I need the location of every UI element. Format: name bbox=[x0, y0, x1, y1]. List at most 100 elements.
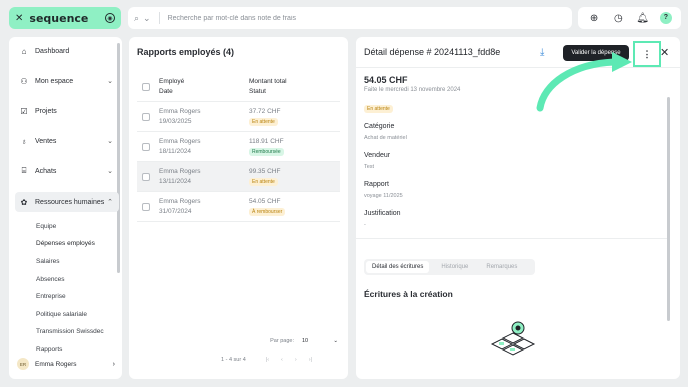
clock-icon[interactable]: ◷ bbox=[611, 13, 625, 24]
field-label-rapport: Rapport bbox=[364, 181, 389, 188]
status-badge: En attente bbox=[249, 177, 278, 186]
table-row[interactable]: Emma Rogers 31/07/2024 54.05 CHF À rembo… bbox=[137, 192, 340, 222]
sidebar-subitem-absences[interactable]: Absences bbox=[36, 276, 65, 283]
user-icon: ⚇ bbox=[20, 76, 28, 86]
table-row[interactable]: Emma Rogers 13/11/2024 99.35 CHF En atte… bbox=[137, 162, 340, 192]
chevron-up-icon: ⌃ bbox=[107, 199, 113, 206]
sidebar-item-label: Achats bbox=[35, 167, 57, 175]
row-checkbox[interactable] bbox=[142, 142, 150, 151]
workspace-icon: ◉ bbox=[105, 13, 115, 23]
sidebar-item-ventes[interactable]: ♁ Ventes ⌄ bbox=[15, 131, 119, 151]
help-icon[interactable]: ? bbox=[659, 12, 672, 24]
sidebar-subitem-politique-salariale[interactable]: Politique salariale bbox=[36, 311, 87, 318]
pagination: 1 - 4 sur 4 |‹ ‹ › ›| bbox=[221, 357, 312, 363]
close-icon[interactable]: ✕ bbox=[660, 46, 669, 59]
status-badge: En attente bbox=[364, 105, 393, 113]
tab-historique[interactable]: Historique bbox=[435, 261, 474, 273]
table-header: Employé Date Montant total Statut bbox=[137, 72, 340, 102]
add-icon[interactable]: ⊕ bbox=[587, 13, 601, 24]
divider bbox=[356, 67, 680, 68]
select-all-checkbox[interactable] bbox=[142, 82, 150, 91]
per-page: Par page: 10 ⌄ bbox=[270, 338, 338, 344]
expense-amount: 54.05 CHF bbox=[364, 75, 408, 85]
last-page-icon[interactable]: ›| bbox=[309, 357, 312, 363]
sidebar-item-projets[interactable]: ☑ Projets bbox=[15, 101, 119, 121]
expense-detail-panel: Détail dépense # 20241113_fdd8e ⤓ Valide… bbox=[356, 37, 680, 379]
row-amount: 37.72 CHF bbox=[249, 107, 281, 115]
field-value-vendeur: Test bbox=[364, 164, 375, 170]
sidebar-subitem-depenses-employes[interactable]: Dépenses employés bbox=[36, 240, 95, 247]
first-page-icon[interactable]: |‹ bbox=[266, 357, 269, 363]
sidebar-item-achats[interactable]: ⌸ Achats ⌄ bbox=[15, 161, 119, 181]
sidebar-item-label: Dashboard bbox=[35, 47, 70, 55]
sidebar-subitem-rapports[interactable]: Rapports bbox=[36, 346, 62, 353]
row-checkbox[interactable] bbox=[142, 172, 150, 181]
row-amount: 118.91 CHF bbox=[249, 137, 284, 145]
chevron-down-icon: ⌄ bbox=[107, 168, 113, 175]
tab-detail-ecritures[interactable]: Détail des écritures bbox=[366, 261, 430, 273]
more-options-icon[interactable]: ⋮ bbox=[633, 41, 661, 67]
search-bar[interactable]: ⌕ ⌄ bbox=[128, 7, 572, 29]
status-badge: En attente bbox=[249, 117, 278, 126]
row-date: 13/11/2024 bbox=[159, 178, 192, 185]
sidebar-item-label: Mon espace bbox=[35, 77, 74, 85]
top-actions: ⊕ ◷ 🔔︎ ? bbox=[578, 7, 681, 29]
checkbox-icon: ☑ bbox=[20, 106, 28, 116]
chevron-down-icon: ⌄ bbox=[333, 338, 338, 344]
sidebar-item-label: Projets bbox=[35, 107, 57, 115]
row-date: 19/03/2025 bbox=[159, 118, 192, 125]
bell-icon[interactable]: 🔔︎ bbox=[636, 13, 650, 24]
logo-mark-icon: ✕ bbox=[15, 12, 24, 24]
search-divider bbox=[158, 12, 160, 24]
row-employee: Emma Rogers bbox=[159, 168, 201, 175]
header-amount[interactable]: Montant total bbox=[249, 78, 287, 85]
row-employee: Emma Rogers bbox=[159, 198, 201, 205]
tab-remarques[interactable]: Remarques bbox=[480, 261, 523, 273]
header-date[interactable]: Date bbox=[159, 88, 249, 95]
sidebar-subitem-entreprise[interactable]: Entreprise bbox=[36, 293, 66, 300]
sidebar: ⌂ Dashboard ⚇ Mon espace ⌄ ☑ Projets ♁ V… bbox=[9, 37, 122, 379]
home-icon: ⌂ bbox=[21, 46, 27, 56]
detail-scrollbar[interactable] bbox=[667, 97, 670, 321]
divider bbox=[356, 238, 668, 239]
next-page-icon[interactable]: › bbox=[295, 357, 297, 363]
people-icon: ✿ bbox=[20, 197, 28, 207]
table-row[interactable]: Emma Rogers 18/11/2024 118.91 CHF Rembou… bbox=[137, 132, 340, 162]
pagination-range: 1 - 4 sur 4 bbox=[221, 357, 246, 363]
table-row[interactable]: Emma Rogers 19/03/2025 37.72 CHF En atte… bbox=[137, 102, 340, 132]
entries-illustration bbox=[490, 321, 536, 356]
status-badge: À rembourser bbox=[249, 207, 286, 216]
row-amount: 99.35 CHF bbox=[249, 167, 281, 175]
user-menu[interactable]: ER Emma Rogers › bbox=[15, 355, 117, 373]
sidebar-item-ressources-humaines[interactable]: ✿ Ressources humaines ⌃ bbox=[15, 192, 119, 212]
row-amount: 54.05 CHF bbox=[249, 197, 281, 205]
row-date: 31/07/2024 bbox=[159, 208, 192, 215]
row-checkbox[interactable] bbox=[142, 112, 150, 121]
prev-page-icon[interactable]: ‹ bbox=[281, 357, 283, 363]
header-employee[interactable]: Employé bbox=[159, 78, 249, 85]
per-page-select[interactable]: 10 ⌄ bbox=[302, 338, 338, 344]
sidebar-item-dashboard[interactable]: ⌂ Dashboard bbox=[15, 41, 119, 61]
search-input[interactable] bbox=[167, 14, 468, 22]
search-icon: ⌕ bbox=[134, 12, 140, 23]
header-status[interactable]: Statut bbox=[249, 88, 266, 95]
per-page-label: Par page: bbox=[270, 338, 294, 344]
reports-title: Rapports employés (4) bbox=[137, 47, 235, 57]
avatar: ER bbox=[17, 358, 29, 370]
field-label-categorie: Catégorie bbox=[364, 123, 395, 130]
app-logo[interactable]: ✕ sequence ◉ bbox=[9, 7, 121, 29]
row-checkbox[interactable] bbox=[142, 202, 150, 211]
field-value-justification: - bbox=[364, 222, 366, 228]
chevron-down-icon[interactable]: ⌄ bbox=[143, 13, 151, 24]
user-name: Emma Rogers bbox=[35, 360, 77, 368]
row-date: 18/11/2024 bbox=[159, 148, 192, 155]
field-label-vendeur: Vendeur bbox=[364, 152, 391, 159]
sidebar-subitem-equipe[interactable]: Equipe bbox=[36, 223, 56, 230]
detail-title: Détail dépense # 20241113_fdd8e bbox=[364, 47, 501, 57]
detail-tabs: Détail des écritures Historique Remarque… bbox=[364, 259, 535, 275]
sidebar-item-mon-espace[interactable]: ⚇ Mon espace ⌄ bbox=[15, 71, 119, 91]
sidebar-subitem-transmission-swissdec[interactable]: Transmission Swissdec bbox=[36, 328, 104, 335]
download-icon[interactable]: ⤓ bbox=[540, 47, 544, 58]
sidebar-subitem-salaires[interactable]: Salaires bbox=[36, 258, 59, 265]
validate-expense-button[interactable]: Valider la dépense bbox=[563, 45, 629, 61]
